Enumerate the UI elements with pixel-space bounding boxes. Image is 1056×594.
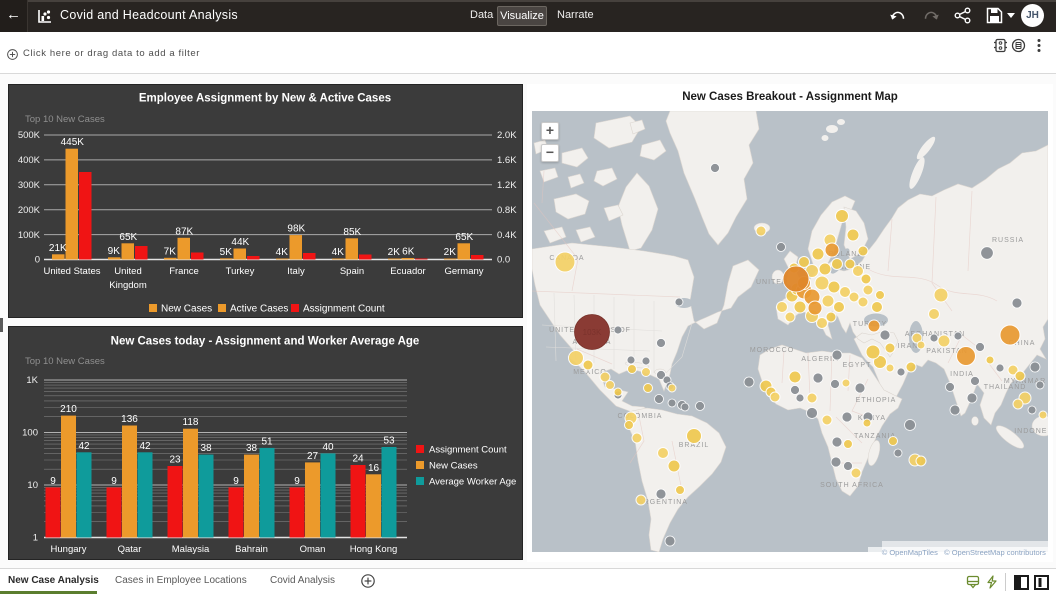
svg-text:2.0K: 2.0K [497,130,517,141]
svg-text:Italy: Italy [287,266,305,277]
svg-text:136: 136 [121,414,138,425]
svg-text:85K: 85K [343,227,361,238]
svg-text:1.6K: 1.6K [497,155,517,166]
svg-text:United: United [114,266,141,277]
svg-text:1.2K: 1.2K [497,180,517,191]
svg-text:France: France [169,266,199,277]
svg-text:98K: 98K [287,224,305,235]
svg-text:53: 53 [383,436,395,447]
svg-text:2K: 2K [444,247,457,258]
svg-text:500K: 500K [18,130,41,141]
svg-text:0.0: 0.0 [497,255,510,266]
svg-text:200K: 200K [18,205,41,216]
svg-text:Qatar: Qatar [118,544,142,555]
svg-text:0.4K: 0.4K [497,230,517,241]
svg-text:Ecuador: Ecuador [390,266,425,277]
svg-text:Top 10 New Cases: Top 10 New Cases [25,114,105,125]
svg-text:9: 9 [50,476,56,487]
svg-text:65K: 65K [119,232,137,243]
svg-text:THAILAND: THAILAND [984,384,1027,391]
svg-text:65K: 65K [455,232,473,243]
svg-text:445K: 445K [61,137,85,148]
svg-text:INDIA: INDIA [950,371,974,378]
svg-text:0: 0 [35,255,40,266]
svg-text:9: 9 [111,476,117,487]
svg-text:27: 27 [307,451,319,462]
svg-text:300K: 300K [18,180,41,191]
svg-text:210: 210 [60,404,77,415]
svg-text:51: 51 [261,436,273,447]
svg-text:9: 9 [233,476,239,487]
svg-text:SOUTH AFRICA: SOUTH AFRICA [820,482,884,489]
svg-text:Oman: Oman [300,544,326,555]
svg-text:Employee Assignment by New & A: Employee Assignment by New & Active Case… [139,93,391,105]
svg-text:Top 10 New Cases: Top 10 New Cases [25,356,105,367]
svg-text:44K: 44K [231,237,249,248]
svg-text:EGYPT: EGYPT [843,362,872,369]
svg-text:Hong Kong: Hong Kong [350,544,398,555]
svg-text:38: 38 [200,443,212,454]
svg-text:0.8K: 0.8K [497,205,517,216]
svg-text:United States: United States [43,266,100,277]
svg-text:Bahrain: Bahrain [235,544,268,555]
svg-text:16: 16 [368,463,380,474]
svg-text:Malaysia: Malaysia [172,544,210,555]
svg-text:21K: 21K [49,243,67,254]
svg-text:5K: 5K [220,247,233,258]
svg-text:Spain: Spain [340,266,364,277]
svg-text:87K: 87K [175,226,193,237]
svg-text:6K: 6K [402,247,415,258]
svg-text:Kingdom: Kingdom [109,280,147,291]
svg-text:MOROCCO: MOROCCO [750,347,794,354]
svg-text:INDONESIA: INDONESIA [1014,428,1048,435]
svg-text:Active Cases: Active Cases [230,304,288,315]
svg-text:Turkey: Turkey [226,266,255,277]
svg-text:9: 9 [294,476,300,487]
svg-text:Average Worker Age: Average Worker Age [429,477,516,488]
svg-text:1: 1 [33,533,38,544]
svg-text:New Cases: New Cases [429,461,478,472]
svg-text:42: 42 [78,441,90,452]
svg-text:Hungary: Hungary [51,544,87,555]
svg-text:42: 42 [139,441,151,452]
svg-text:40: 40 [322,442,334,453]
svg-text:100K: 100K [18,230,41,241]
svg-text:24: 24 [352,454,364,465]
svg-text:New Cases today - Assignment a: New Cases today - Assignment and Worker … [111,336,420,348]
svg-text:Assignment Count: Assignment Count [303,304,385,315]
svg-text:1K: 1K [26,375,38,386]
svg-text:IRAN: IRAN [898,343,919,350]
svg-text:9K: 9K [108,246,121,257]
svg-text:Germany: Germany [444,266,483,277]
svg-text:4K: 4K [276,247,289,258]
svg-text:Assignment Count: Assignment Count [429,445,507,456]
svg-text:23: 23 [169,455,181,466]
svg-text:New Cases: New Cases [161,304,212,315]
svg-text:10: 10 [27,480,38,491]
svg-text:103K: 103K [583,328,602,337]
svg-text:ETHIOPIA: ETHIOPIA [856,397,897,404]
svg-text:100: 100 [22,428,38,439]
svg-text:4K: 4K [332,247,345,258]
svg-text:400K: 400K [18,155,41,166]
svg-text:2K: 2K [388,247,401,258]
svg-text:COLOMBIA: COLOMBIA [618,413,663,420]
svg-text:118: 118 [183,417,199,428]
svg-text:38: 38 [246,443,258,454]
svg-text:RUSSIA: RUSSIA [992,237,1024,244]
svg-text:7K: 7K [164,246,177,257]
